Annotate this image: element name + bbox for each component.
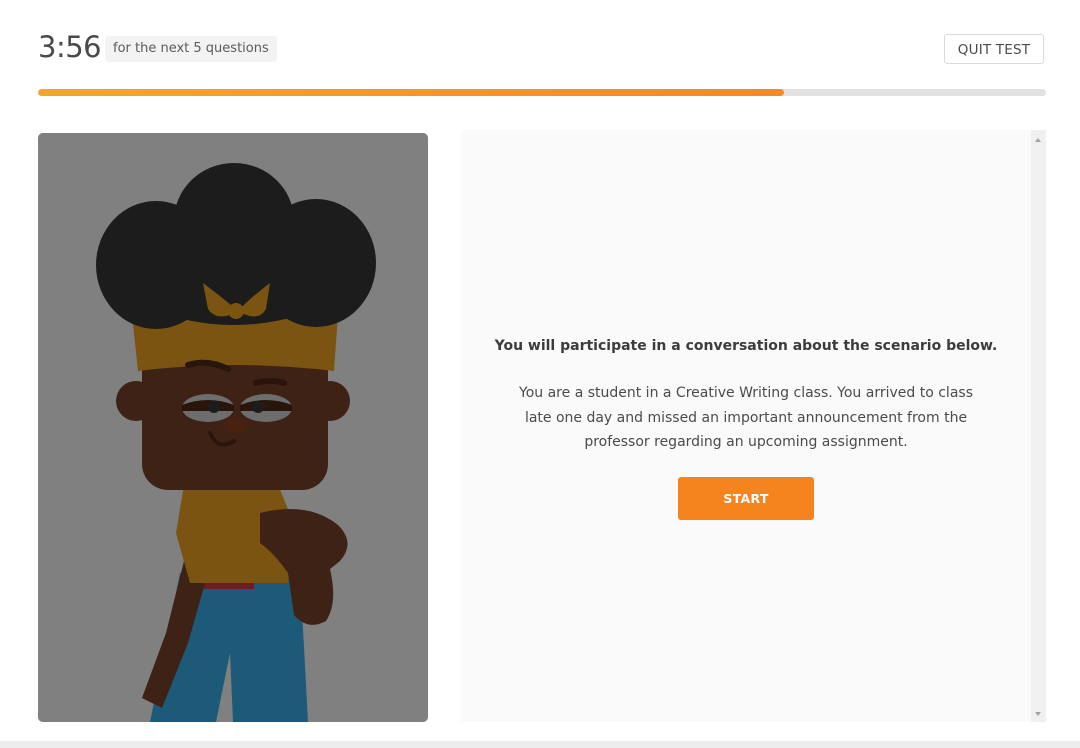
- scenario-text: You are a student in a Creative Writing …: [519, 385, 973, 450]
- character-illustration: [38, 133, 428, 722]
- progress-fill: [38, 89, 784, 96]
- quit-test-button[interactable]: QUIT TEST: [944, 34, 1044, 64]
- progress-bar: [38, 89, 1046, 96]
- scroll-up-arrow-icon[interactable]: [1035, 138, 1041, 142]
- bottom-bar: [0, 741, 1080, 748]
- timer-note: for the next 5 questions: [105, 36, 277, 62]
- scroll-down-arrow-icon[interactable]: [1035, 712, 1041, 716]
- timer: 3:56: [38, 30, 102, 64]
- scenario-intro: You will participate in a conversation a…: [494, 338, 998, 354]
- start-button[interactable]: START: [678, 477, 814, 520]
- panel-scrollbar[interactable]: [1031, 130, 1046, 722]
